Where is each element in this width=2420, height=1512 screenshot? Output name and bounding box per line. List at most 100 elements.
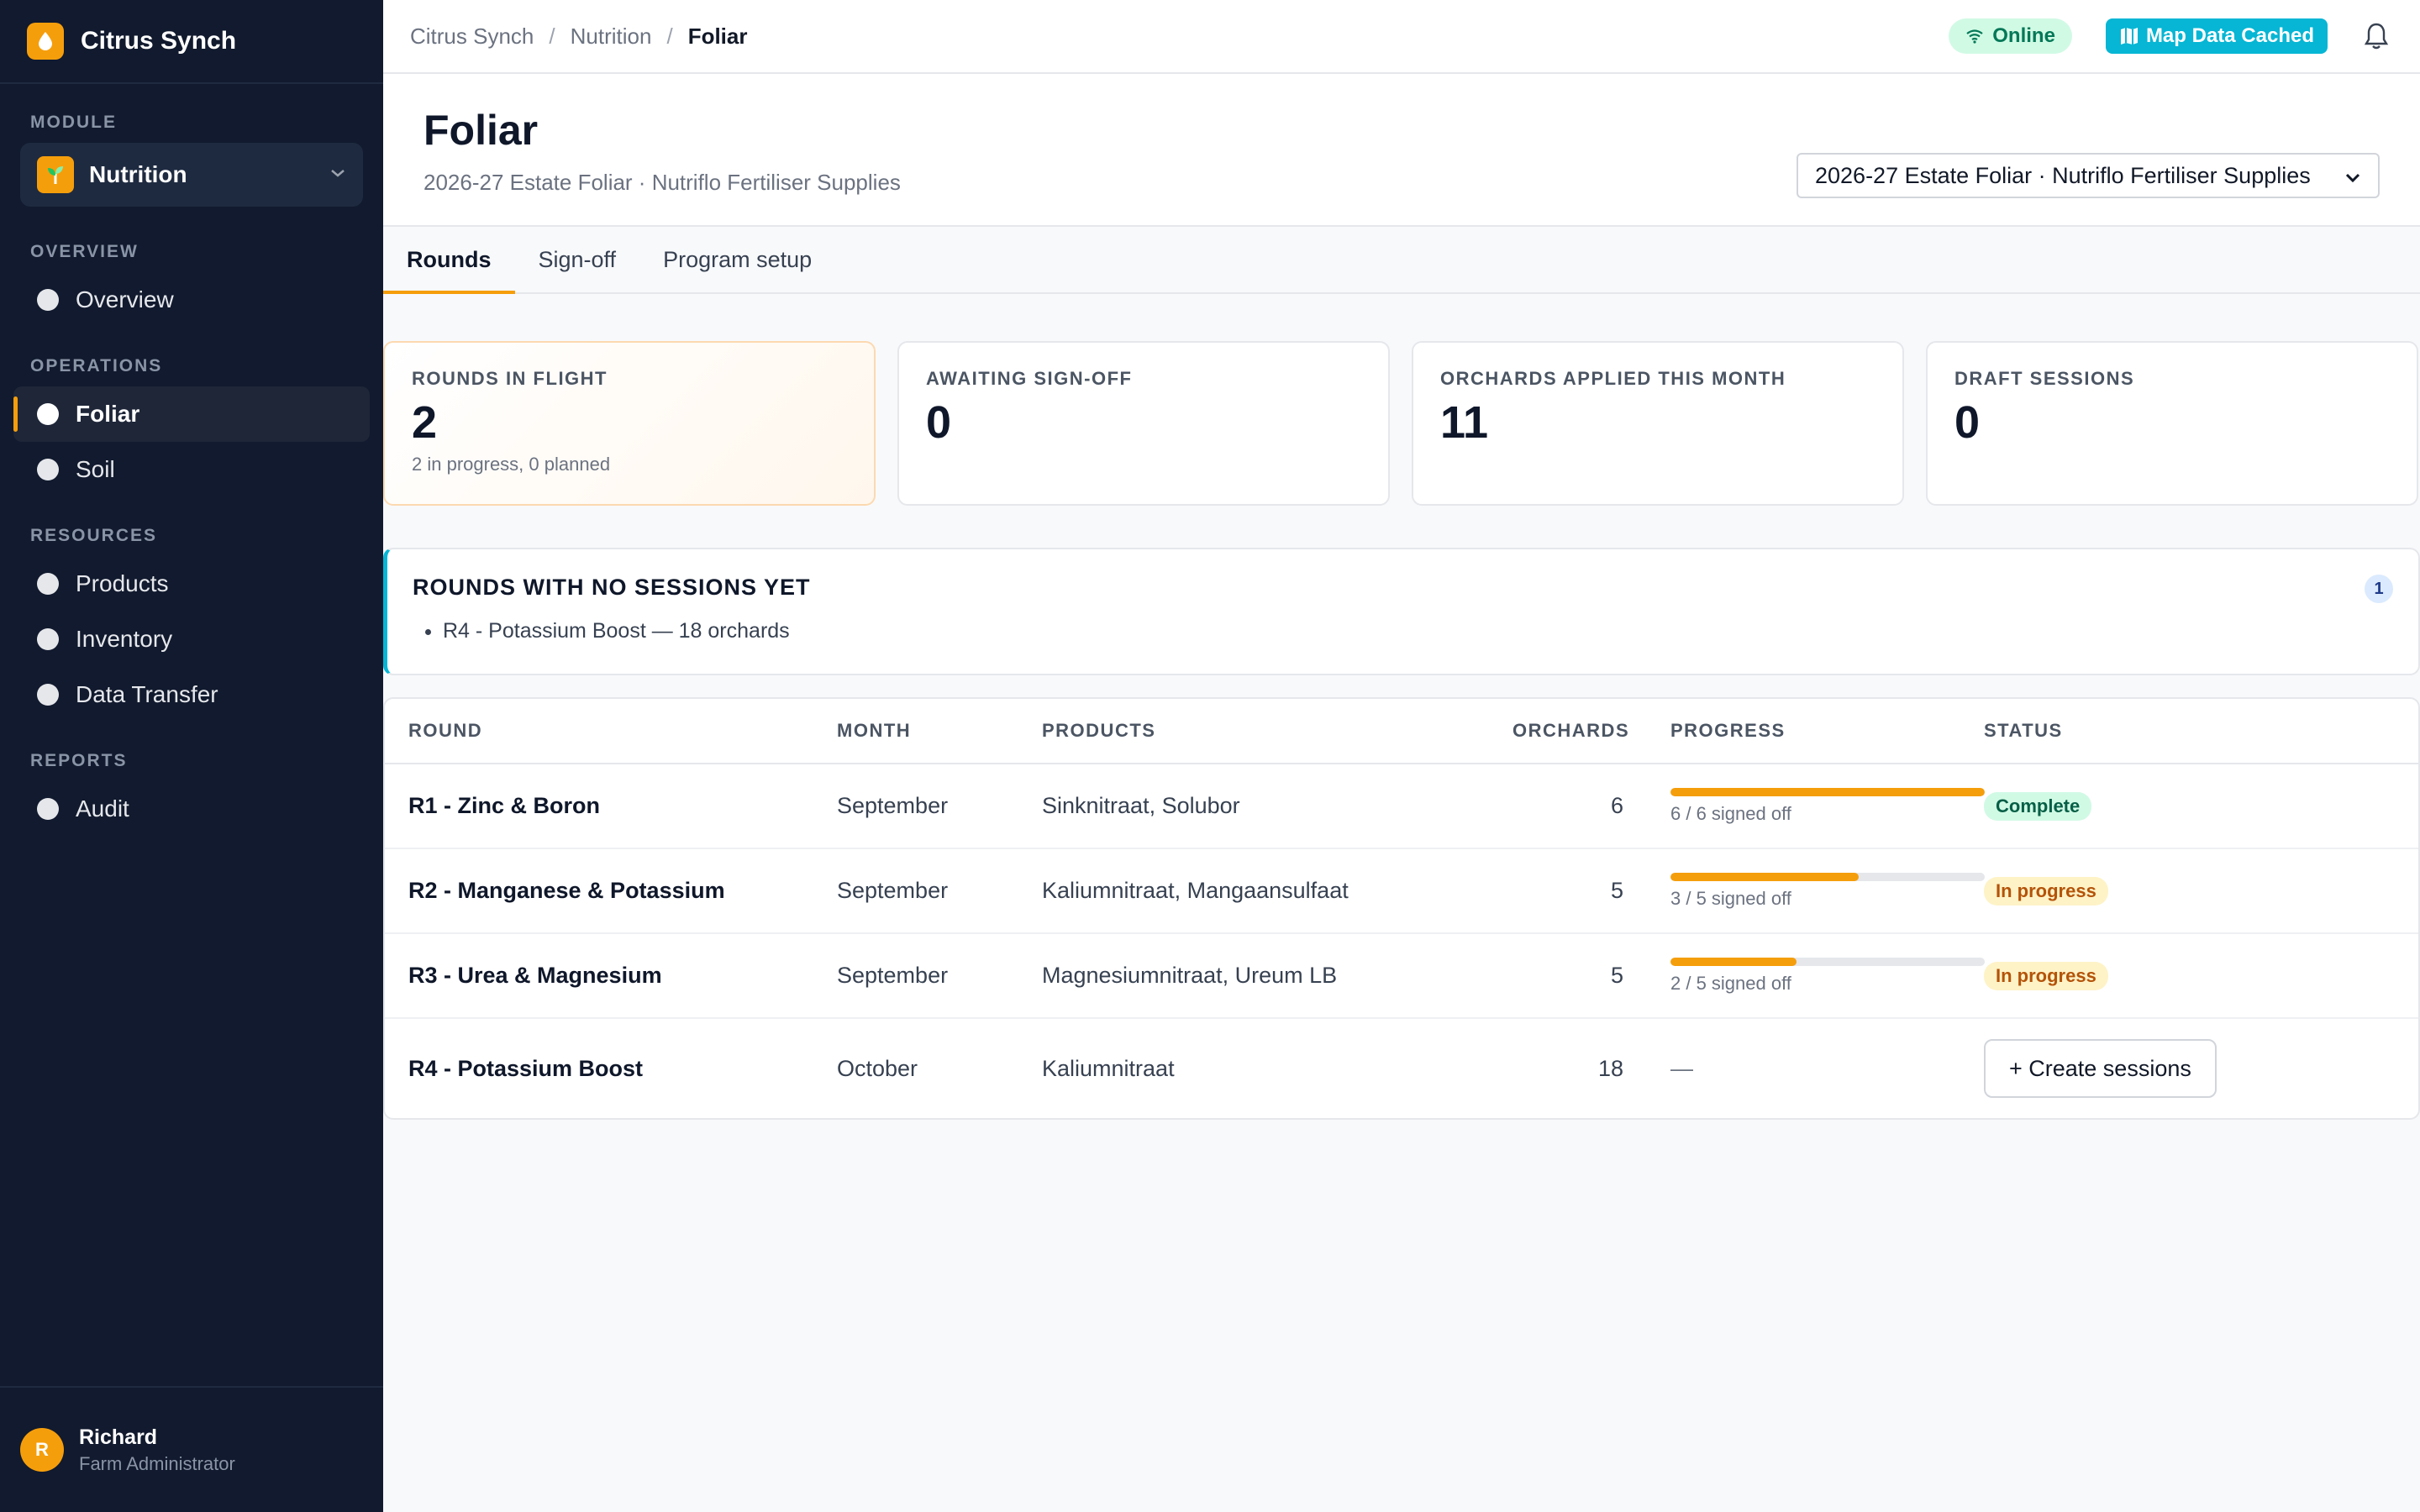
nav-item-products[interactable]: Products	[13, 556, 370, 612]
section-resources: RESOURCES	[30, 526, 158, 545]
module-name: Nutrition	[89, 161, 187, 187]
card-label: DRAFT SESSIONS	[1954, 368, 2135, 389]
sidebar: Citrus Synch MODULE Nutrition OVERVIEW O…	[0, 0, 383, 1512]
nav-item-inventory[interactable]: Inventory	[13, 612, 370, 667]
user-name: Richard	[79, 1425, 158, 1449]
avatar: R	[20, 1428, 64, 1472]
breadcrumb: Citrus Synch / Nutrition / Foliar	[410, 24, 1949, 50]
nav-item-data-transfer[interactable]: Data Transfer	[13, 667, 370, 722]
create-sessions-button[interactable]: + Create sessions	[1984, 1039, 2217, 1098]
nav-label: Foliar	[76, 401, 140, 427]
chevron-down-icon	[2344, 163, 2361, 189]
alert-title: ROUNDS WITH NO SESSIONS YET	[413, 575, 811, 600]
card-note: 2 in progress, 0 planned	[412, 454, 611, 475]
tabs: Rounds Sign-off Program setup	[383, 227, 2420, 294]
card-value: 0	[926, 397, 952, 448]
bell-icon[interactable]	[2360, 19, 2393, 53]
header-status: STATUS	[1984, 720, 2063, 741]
round-name: R3 - Urea & Magnesium	[408, 963, 662, 988]
status-badge: Complete	[1984, 791, 2092, 821]
progress-fill	[1670, 787, 1985, 796]
round-orchards: 5	[1610, 963, 1623, 988]
round-progress: 6 / 6 signed off	[1623, 787, 1985, 825]
map-label: Map Data Cached	[2145, 24, 2314, 47]
soil-icon	[37, 459, 59, 480]
progress-fill	[1670, 957, 1797, 966]
card-label: ROUNDS IN FLIGHT	[412, 368, 608, 389]
section-reports: REPORTS	[30, 751, 128, 770]
tab-rounds[interactable]: Rounds	[383, 227, 515, 294]
nav-label: Products	[76, 570, 169, 596]
progress-fill	[1670, 872, 1860, 881]
nav-label: Audit	[76, 795, 129, 822]
nav-item-audit[interactable]: Audit	[13, 781, 370, 837]
user-role: Farm Administrator	[79, 1452, 235, 1474]
nav-item-overview[interactable]: Overview	[13, 272, 370, 328]
module-label: MODULE	[30, 113, 117, 132]
nav-label: Inventory	[76, 626, 173, 652]
table-row[interactable]: R2 - Manganese & Potassium September Kal…	[385, 849, 2418, 934]
table-row[interactable]: R3 - Urea & Magnesium September Magnesiu…	[385, 934, 2418, 1019]
round-name: R1 - Zinc & Boron	[408, 793, 600, 818]
header-progress: PROGRESS	[1670, 720, 1786, 741]
card-value: 0	[1954, 397, 1981, 448]
card-label: AWAITING SIGN-OFF	[926, 368, 1133, 389]
module-selector[interactable]: Nutrition	[20, 143, 363, 207]
wifi-icon	[1966, 29, 1983, 44]
map-cache-badge[interactable]: Map Data Cached	[2105, 18, 2328, 54]
card-awaiting-sign-off: AWAITING SIGN-OFF 0	[897, 341, 1390, 506]
card-draft-sessions: DRAFT SESSIONS 0	[1926, 341, 2418, 506]
card-rounds-in-flight: ROUNDS IN FLIGHT 2 2 in progress, 0 plan…	[383, 341, 876, 506]
round-products: Magnesiumnitraat, Ureum LB	[1042, 963, 1338, 988]
progress-text: 3 / 5 signed off	[1670, 887, 1791, 909]
round-orchards: 18	[1597, 1055, 1623, 1081]
program-select-value: 2026-27 Estate Foliar · Nutriflo Fertili…	[1815, 162, 2311, 188]
card-value: 2	[412, 397, 438, 448]
progress-text: 6 / 6 signed off	[1670, 802, 1791, 824]
main-content: Citrus Synch / Nutrition / Foliar Online…	[383, 0, 2420, 1512]
audit-icon	[37, 798, 59, 820]
tab-program-setup[interactable]: Program setup	[639, 227, 835, 292]
nav-label: Overview	[76, 286, 174, 312]
summary-cards: ROUNDS IN FLIGHT 2 2 in progress, 0 plan…	[383, 294, 2420, 506]
breadcrumb-home[interactable]: Citrus Synch	[410, 24, 534, 50]
section-overview: OVERVIEW	[30, 242, 139, 261]
online-label: Online	[1992, 24, 2055, 47]
nav-item-soil[interactable]: Soil	[13, 442, 370, 497]
nav-item-foliar[interactable]: Foliar	[13, 386, 370, 442]
user-profile[interactable]: R Richard Farm Administrator	[0, 1386, 383, 1512]
online-status-badge: Online	[1949, 18, 2072, 54]
no-sessions-alert: ROUNDS WITH NO SESSIONS YET R4 - Potassi…	[383, 548, 2420, 675]
progress-bar	[1670, 957, 1985, 966]
breadcrumb-current: Foliar	[687, 23, 748, 49]
status-badge: In progress	[1984, 876, 2108, 906]
program-select[interactable]: 2026-27 Estate Foliar · Nutriflo Fertili…	[1797, 153, 2380, 198]
round-month: October	[837, 1055, 918, 1081]
round-products: Kaliumnitraat	[1042, 1055, 1175, 1081]
header-month: MONTH	[837, 720, 912, 741]
alert-item: R4 - Potassium Boost — 18 orchards	[443, 619, 2393, 643]
progress-bar	[1670, 872, 1985, 881]
brand[interactable]: Citrus Synch	[0, 0, 383, 84]
breadcrumb-separator: /	[666, 23, 673, 49]
round-progress: 3 / 5 signed off	[1623, 872, 1985, 910]
table-row[interactable]: R1 - Zinc & Boron September Sinknitraat,…	[385, 764, 2418, 849]
table-header: ROUND MONTH PRODUCTS ORCHARDS PROGRESS S…	[385, 699, 2418, 764]
section-operations: OPERATIONS	[30, 356, 163, 375]
nav-label: Data Transfer	[76, 681, 218, 707]
progress-bar	[1670, 787, 1985, 796]
sprout-icon	[37, 156, 74, 193]
table-row[interactable]: R4 - Potassium Boost October Kaliumnitra…	[385, 1019, 2418, 1118]
page-title: Foliar	[424, 107, 539, 154]
inventory-icon	[37, 628, 59, 650]
header-orchards: ORCHARDS	[1512, 720, 1630, 741]
progress-empty: —	[1670, 1055, 1693, 1081]
round-month: September	[837, 963, 949, 988]
page-header: Foliar 2026-27 Estate Foliar · Nutriflo …	[383, 74, 2420, 227]
card-label: ORCHARDS APPLIED THIS MONTH	[1440, 368, 1786, 389]
tab-sign-off[interactable]: Sign-off	[515, 227, 640, 292]
breadcrumb-nutrition[interactable]: Nutrition	[571, 24, 652, 50]
round-progress: —	[1623, 1056, 1984, 1082]
round-orchards: 6	[1610, 793, 1623, 818]
chevron-down-icon	[329, 167, 346, 182]
